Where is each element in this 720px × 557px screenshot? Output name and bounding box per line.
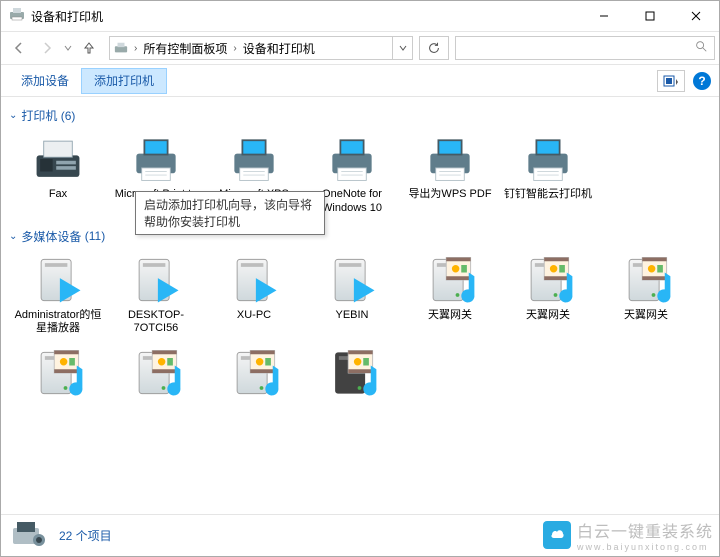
window-controls (581, 1, 719, 31)
watermark-text: 白云一键重装系统 (577, 518, 713, 542)
printer-icon (322, 134, 382, 184)
chevron-right-icon: › (134, 43, 137, 54)
server-media-icon (28, 348, 88, 398)
device-label: Administrator的恒星播放器 (11, 309, 105, 337)
server-play-icon (322, 255, 382, 305)
server-media-icon (224, 348, 284, 398)
device-item[interactable] (303, 342, 401, 408)
window-title: 设备和打印机 (31, 8, 103, 25)
printers-items: FaxMicrosoft Print to PDFMicrosoft XPS D… (9, 128, 711, 222)
status-icon (9, 518, 49, 553)
device-label: 导出为WPS PDF (408, 188, 491, 202)
close-button[interactable] (673, 1, 719, 31)
server-play-icon (224, 255, 284, 305)
device-label: XU-PC (237, 309, 271, 323)
back-button[interactable] (5, 34, 33, 62)
server-media-icon (126, 348, 186, 398)
view-options-button[interactable] (657, 70, 685, 92)
group-header-media[interactable]: ⌄ 多媒体设备 (11) (9, 228, 711, 245)
server-media-dark-icon (322, 348, 382, 398)
device-label: 钉钉智能云打印机 (504, 188, 592, 202)
device-item[interactable]: 天翼网关 (499, 249, 597, 343)
printer-icon (518, 134, 578, 184)
breadcrumb-root[interactable]: 所有控制面板项 (143, 40, 227, 57)
server-play-icon (126, 255, 186, 305)
printer-icon (420, 134, 480, 184)
printer-icon (224, 134, 284, 184)
group-header-printers[interactable]: ⌄ 打印机 (6) (9, 107, 711, 124)
status-count: 22 个项目 (59, 527, 112, 544)
up-button[interactable] (75, 34, 103, 62)
media-items-2 (9, 342, 711, 408)
refresh-button[interactable] (419, 36, 449, 60)
add-printer-button[interactable]: 添加打印机 (81, 68, 167, 94)
device-item[interactable]: 天翼网关 (401, 249, 499, 343)
chevron-down-icon: ⌄ (9, 231, 17, 242)
server-media-icon (616, 255, 676, 305)
device-label: 天翼网关 (526, 309, 570, 323)
device-item[interactable]: 导出为WPS PDF (401, 128, 499, 222)
group-label: 多媒体设备 (21, 228, 81, 245)
group-count: (11) (85, 229, 105, 243)
devices-printers-icon (9, 6, 25, 27)
device-label: 天翼网关 (428, 309, 472, 323)
forward-button[interactable] (33, 34, 61, 62)
server-media-icon (518, 255, 578, 305)
breadcrumb-leaf[interactable]: 设备和打印机 (243, 40, 315, 57)
device-label: Fax (49, 188, 67, 202)
window: 设备和打印机 › 所有控制面板项 › 设备和打印机 添加设备 添加打印机 (0, 0, 720, 557)
device-item[interactable]: YEBIN (303, 249, 401, 343)
group-count: (6) (61, 109, 76, 123)
server-media-icon (420, 255, 480, 305)
device-item[interactable] (205, 342, 303, 408)
fax-icon (28, 134, 88, 184)
recent-dropdown[interactable] (61, 34, 75, 62)
search-icon (694, 39, 708, 58)
minimize-button[interactable] (581, 1, 627, 31)
maximize-button[interactable] (627, 1, 673, 31)
toolbar: 添加设备 添加打印机 ? (1, 65, 719, 97)
breadcrumb-dropdown[interactable] (392, 37, 412, 59)
content-area: 启动添加打印机向导，该向导将帮助你安装打印机 ⌄ 打印机 (6) FaxMicr… (1, 97, 719, 514)
server-play-icon (28, 255, 88, 305)
device-label: YEBIN (335, 309, 368, 323)
address-bar: › 所有控制面板项 › 设备和打印机 (1, 31, 719, 65)
device-label: DESKTOP-7OTCI56 (109, 309, 203, 337)
search-input[interactable] (455, 36, 715, 60)
device-item[interactable]: XU-PC (205, 249, 303, 343)
device-item[interactable]: Fax (9, 128, 107, 222)
chevron-down-icon: ⌄ (9, 110, 17, 121)
device-item[interactable]: DESKTOP-7OTCI56 (107, 249, 205, 343)
watermark: 白云一键重装系统 www.baiyunxitong.com (543, 518, 713, 552)
printer-icon (126, 134, 186, 184)
device-item[interactable]: Administrator的恒星播放器 (9, 249, 107, 343)
breadcrumb[interactable]: › 所有控制面板项 › 设备和打印机 (109, 36, 413, 60)
device-item[interactable]: 天翼网关 (597, 249, 695, 343)
group-label: 打印机 (21, 107, 57, 124)
media-items: Administrator的恒星播放器DESKTOP-7OTCI56 XU-PC Y… (9, 249, 711, 343)
add-device-button[interactable]: 添加设备 (9, 68, 81, 94)
device-item[interactable] (107, 342, 205, 408)
device-item[interactable]: 钉钉智能云打印机 (499, 128, 597, 222)
tooltip: 启动添加打印机向导，该向导将帮助你安装打印机 (135, 191, 325, 235)
chevron-right-icon: › (233, 43, 236, 54)
titlebar: 设备和打印机 (1, 1, 719, 31)
help-button[interactable]: ? (693, 72, 711, 90)
device-label: 天翼网关 (624, 309, 668, 323)
device-item[interactable] (9, 342, 107, 408)
watermark-sub: www.baiyunxitong.com (577, 542, 713, 552)
devices-printers-icon (114, 41, 128, 55)
watermark-logo-icon (543, 521, 571, 549)
